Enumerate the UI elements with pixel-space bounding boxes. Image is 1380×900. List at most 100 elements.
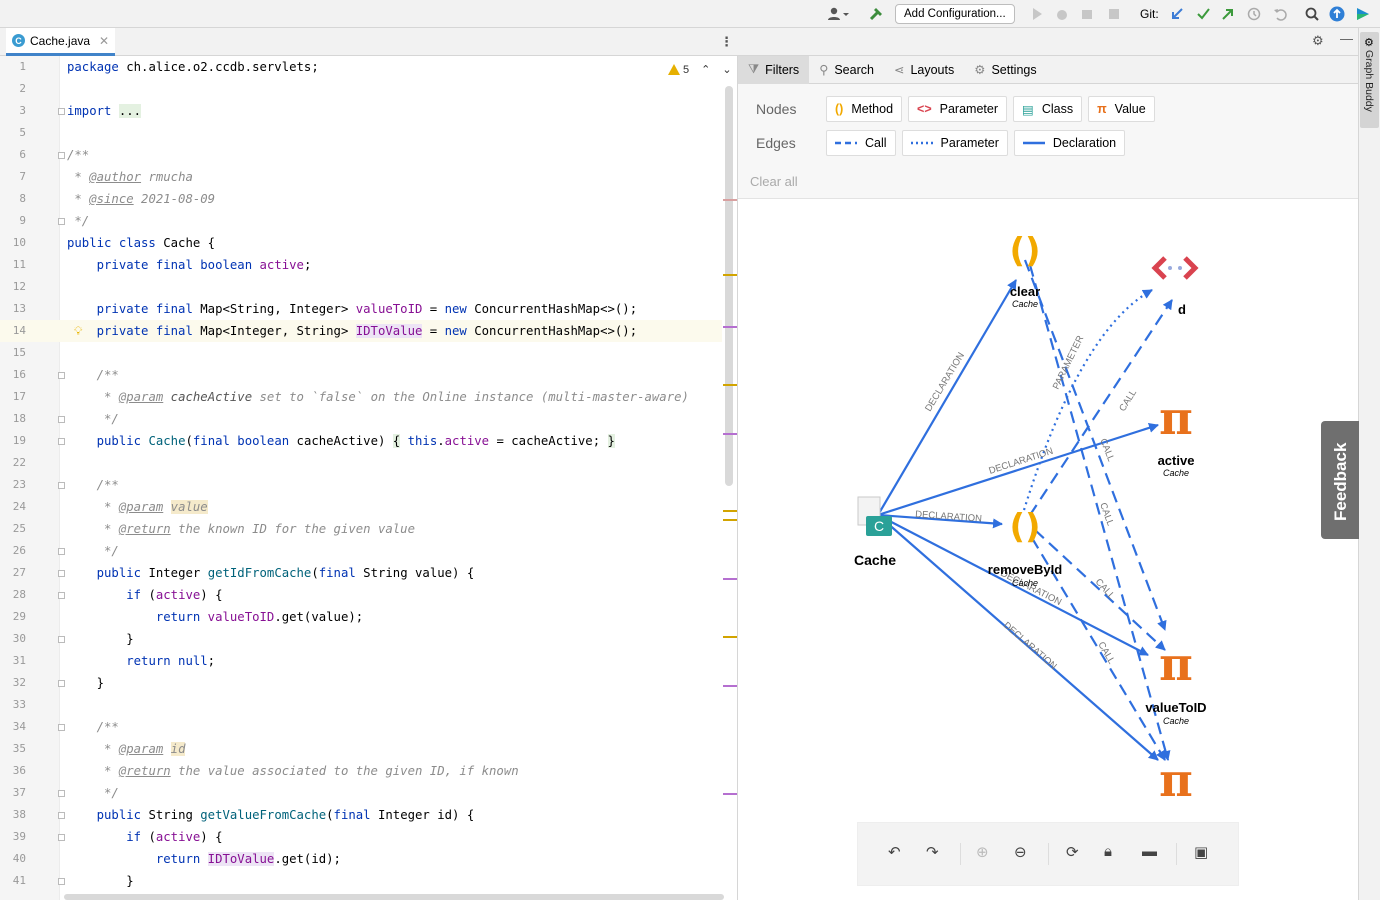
plugin-icon[interactable] [1354, 4, 1372, 24]
filter-method-chip[interactable]: () Method [826, 96, 903, 122]
filter-value-chip[interactable]: π Value [1088, 96, 1155, 122]
fold-marker-icon[interactable] [58, 592, 65, 599]
user-icon[interactable] [825, 4, 851, 24]
code-line[interactable]: 38 public String getValueFromCache(final… [0, 804, 722, 826]
fold-marker-icon[interactable] [58, 548, 65, 555]
code-line[interactable]: 18 */ [0, 408, 722, 430]
code-line[interactable]: 7 * @author rmucha [0, 166, 722, 188]
node-clear[interactable]: () clear Cache [1009, 231, 1040, 309]
code-line[interactable]: 29 return valueToID.get(value); [0, 606, 722, 628]
stop-icon[interactable] [1105, 4, 1123, 24]
clear-all-link[interactable]: Clear all [750, 174, 798, 189]
add-configuration-button[interactable]: Add Configuration... [895, 4, 1015, 24]
code-line[interactable]: 2 [0, 78, 722, 100]
code-line[interactable]: 14 💡︎ private final Map<Integer, String> … [0, 320, 722, 342]
filter-parameter-edge-chip[interactable]: Parameter [901, 130, 1008, 156]
fold-marker-icon[interactable] [58, 790, 65, 797]
code-line[interactable]: 15 [0, 342, 722, 364]
lock-icon[interactable]: 🔒︎ [1104, 843, 1112, 860]
debug-icon[interactable] [1053, 4, 1071, 24]
code-line[interactable]: 39 if (active) { [0, 826, 722, 848]
node-idtovalue[interactable]: π [1159, 753, 1193, 807]
tab-cache-java[interactable]: C Cache.java ✕ [6, 28, 116, 56]
code-line[interactable]: 17 * @param cacheActive set to `false` o… [0, 386, 722, 408]
vertical-scrollbar[interactable] [725, 86, 733, 486]
fold-marker-icon[interactable] [58, 636, 65, 643]
fold-marker-icon[interactable] [58, 372, 65, 379]
trash-icon[interactable]: ▬ [1142, 843, 1157, 860]
fold-marker-icon[interactable] [58, 680, 65, 687]
horizontal-scrollbar[interactable] [64, 894, 724, 900]
zoom-in-icon[interactable]: ⊕ [976, 843, 989, 861]
more-options-icon[interactable]: ⋮ [720, 34, 733, 50]
filter-parameter-chip[interactable]: <> Parameter [908, 96, 1007, 122]
code-line[interactable]: 23 /** [0, 474, 722, 496]
history-icon[interactable] [1245, 4, 1263, 24]
fold-marker-icon[interactable] [58, 812, 65, 819]
zoom-out-icon[interactable]: ⊖ [1014, 843, 1027, 861]
code-line[interactable]: 35 * @param id [0, 738, 722, 760]
fold-marker-icon[interactable] [58, 438, 65, 445]
update-icon[interactable] [1328, 4, 1346, 24]
feedback-button[interactable]: Feedback [1321, 421, 1359, 539]
code-line[interactable]: 33 [0, 694, 722, 716]
code-line[interactable]: 10 public class Cache { [0, 232, 722, 254]
tab-settings[interactable]: ⚙ Settings [964, 56, 1046, 84]
filter-declaration-chip[interactable]: Declaration [1013, 130, 1126, 156]
fold-marker-icon[interactable] [58, 218, 65, 225]
git-push-icon[interactable] [1219, 4, 1237, 24]
gear-icon[interactable]: ⚙ [1312, 33, 1324, 49]
fold-marker-icon[interactable] [58, 416, 65, 423]
fold-marker-icon[interactable] [58, 570, 65, 577]
chevron-up-icon[interactable]: ⌃ [701, 63, 710, 76]
fold-marker-icon[interactable] [58, 878, 65, 885]
graph-canvas[interactable]: DECLARATION DECLARATION DECLARATION DECL… [738, 201, 1358, 900]
fold-marker-icon[interactable] [58, 834, 65, 841]
code-line[interactable]: 31 return null; [0, 650, 722, 672]
code-line[interactable]: 40 return IDToValue.get(id); [0, 848, 722, 870]
code-line[interactable]: 16 /** [0, 364, 722, 386]
code-editor[interactable]: 1 package ch.alice.o2.ccdb.servlets; 2 3 imp… [0, 56, 738, 900]
code-line[interactable]: 24 * @param value [0, 496, 722, 518]
chevron-down-icon[interactable]: ⌄ [722, 63, 731, 76]
close-icon[interactable]: ✕ [99, 34, 109, 48]
tab-filters[interactable]: ⧩ Filters [738, 55, 810, 84]
git-commit-icon[interactable] [1194, 4, 1212, 24]
filter-class-chip[interactable]: ▤ Class [1013, 96, 1083, 122]
run-icon[interactable] [1028, 4, 1046, 24]
undo-icon[interactable]: ↶ [888, 843, 901, 861]
build-hammer-icon[interactable] [866, 4, 886, 24]
fold-marker-icon[interactable] [58, 152, 65, 159]
code-line[interactable]: 13 private final Map<String, Integer> va… [0, 298, 722, 320]
fold-marker-icon[interactable] [58, 724, 65, 731]
code-line[interactable]: 36 * @return the value associated to the… [0, 760, 722, 782]
node-removebyid[interactable]: () removeById Cache [988, 507, 1062, 588]
code-line[interactable]: 26 */ [0, 540, 722, 562]
search-icon[interactable] [1303, 4, 1321, 24]
rollback-icon[interactable] [1271, 4, 1289, 24]
code-line[interactable]: 6 /** [0, 144, 722, 166]
code-line[interactable]: 28 if (active) { [0, 584, 722, 606]
code-line[interactable]: 1 package ch.alice.o2.ccdb.servlets; [0, 56, 722, 78]
fold-marker-icon[interactable] [58, 108, 65, 115]
code-line[interactable]: 22 [0, 452, 722, 474]
code-line[interactable]: 19 public Cache(final boolean cacheActiv… [0, 430, 722, 452]
coverage-icon[interactable] [1078, 4, 1096, 24]
filter-call-chip[interactable]: Call [826, 130, 896, 156]
code-line[interactable]: 8 * @since 2021-08-09 [0, 188, 722, 210]
code-line[interactable]: 41 } [0, 870, 722, 892]
inspection-widget[interactable]: 5 ⌃ ⌄ [668, 63, 732, 76]
code-line[interactable]: 37 */ [0, 782, 722, 804]
code-line[interactable]: 9 */ [0, 210, 722, 232]
code-line[interactable]: 27 public Integer getIdFromCache(final S… [0, 562, 722, 584]
tab-layouts[interactable]: ⋖ Layouts [884, 56, 964, 84]
code-line[interactable]: 34 /** [0, 716, 722, 738]
node-id-parameter[interactable]: d [1151, 256, 1199, 317]
node-valuetoid[interactable]: π valueToID Cache [1145, 637, 1206, 726]
minimize-icon[interactable]: — [1340, 31, 1353, 46]
refresh-icon[interactable]: ⟳ [1066, 843, 1079, 861]
git-update-icon[interactable] [1168, 4, 1186, 24]
code-line[interactable]: 12 [0, 276, 722, 298]
code-line[interactable]: 11 private final boolean active; [0, 254, 722, 276]
tab-search[interactable]: ⚲ Search [809, 56, 884, 84]
